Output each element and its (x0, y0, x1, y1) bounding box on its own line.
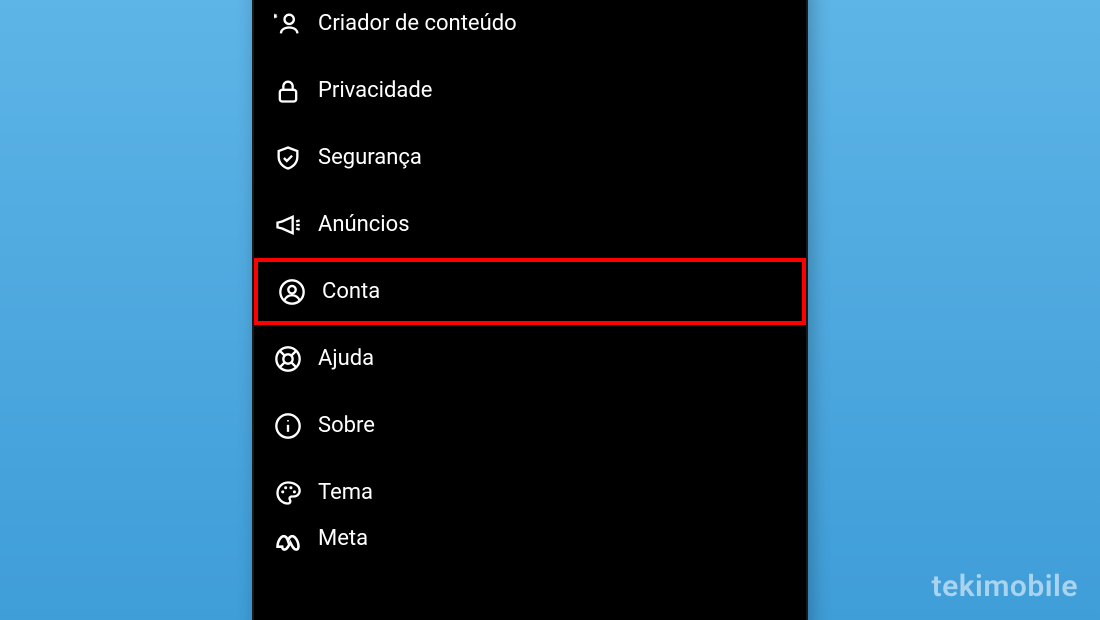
menu-label: Segurança (318, 145, 422, 170)
shield-icon (272, 142, 304, 174)
menu-label: Sobre (318, 413, 375, 438)
menu-label: Tema (318, 480, 373, 505)
watermark: tekimobile (932, 569, 1079, 604)
menu-label: Criador de conteúdo (318, 11, 517, 36)
menu-item-ads[interactable]: Anúncios (254, 191, 806, 258)
menu-label: Privacidade (318, 78, 432, 103)
menu-label: Meta (318, 526, 368, 551)
menu-item-privacy[interactable]: Privacidade (254, 57, 806, 124)
megaphone-icon (272, 209, 304, 241)
menu-item-about[interactable]: Sobre (254, 392, 806, 459)
creator-icon (272, 8, 304, 40)
meta-icon (272, 526, 304, 558)
phone-frame: Notificações Criador de conteúdo Privaci… (252, 0, 808, 620)
menu-label: Ajuda (318, 346, 374, 371)
menu-item-account[interactable]: Conta (254, 258, 806, 325)
account-icon (276, 276, 308, 308)
menu-item-theme[interactable]: Tema (254, 459, 806, 526)
menu-item-creator[interactable]: Criador de conteúdo (254, 0, 806, 57)
info-icon (272, 410, 304, 442)
menu-item-meta[interactable]: Meta (254, 526, 806, 566)
settings-menu: Notificações Criador de conteúdo Privaci… (254, 0, 806, 566)
menu-label: Anúncios (318, 212, 410, 237)
menu-item-help[interactable]: Ajuda (254, 325, 806, 392)
palette-icon (272, 477, 304, 509)
menu-item-security[interactable]: Segurança (254, 124, 806, 191)
help-icon (272, 343, 304, 375)
lock-icon (272, 75, 304, 107)
menu-label: Conta (322, 279, 380, 304)
